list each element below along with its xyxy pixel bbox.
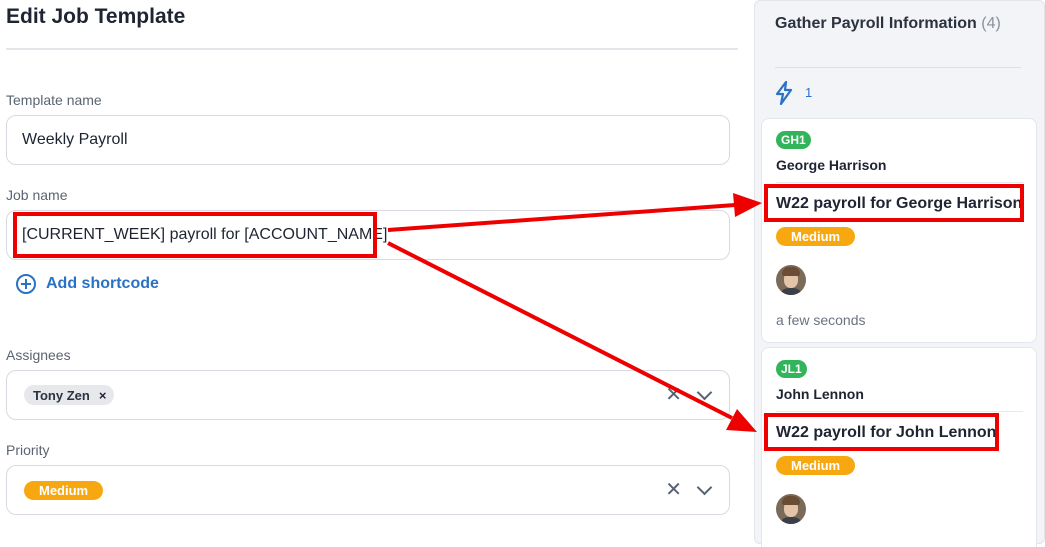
priority-badge: Medium <box>24 481 104 500</box>
board-column: Gather Payroll Information (4) 1 GH1 Geo… <box>754 0 1045 547</box>
avatar <box>776 494 806 524</box>
column-title-text: Gather Payroll Information <box>775 15 977 32</box>
add-shortcode-button[interactable]: Add shortcode <box>16 274 159 294</box>
priority-badge: Medium <box>776 456 856 475</box>
column-title: Gather Payroll Information (4) <box>775 15 1001 33</box>
template-name-label: Template name <box>6 92 102 108</box>
priority-select[interactable]: Medium ✕ <box>6 465 730 515</box>
automation-count: 1 <box>805 85 813 100</box>
card-divider <box>776 182 1023 183</box>
clear-icon[interactable]: ✕ <box>665 478 682 502</box>
column-divider <box>775 67 1021 68</box>
clear-icon[interactable]: ✕ <box>665 383 682 407</box>
account-badge: GH1 <box>776 131 811 149</box>
assignees-label: Assignees <box>6 347 71 363</box>
job-name-label: Job name <box>6 187 68 203</box>
job-card[interactable]: GH1 George Harrison W22 payroll for Geor… <box>761 118 1037 343</box>
chevron-down-icon[interactable] <box>696 479 713 496</box>
add-shortcode-label: Add shortcode <box>46 275 159 292</box>
time-ago: a few seconds <box>776 312 866 328</box>
plus-circle-icon <box>16 274 36 294</box>
assignee-chip-label: Tony Zen <box>33 387 90 403</box>
highlight-card-title-2 <box>764 413 999 451</box>
account-badge: JL1 <box>776 360 807 378</box>
highlight-card-title-1 <box>764 184 1024 222</box>
priority-badge: Medium <box>776 227 856 246</box>
account-name: John Lennon <box>776 386 864 402</box>
title-divider <box>6 48 738 50</box>
remove-chip-icon[interactable]: × <box>99 388 107 403</box>
column-count: (4) <box>981 15 1001 32</box>
assignees-select[interactable]: Tony Zen × ✕ <box>6 370 730 420</box>
card-divider <box>776 411 1023 412</box>
template-name-input[interactable]: Weekly Payroll <box>6 115 730 165</box>
arrowhead-2 <box>726 409 757 432</box>
assignee-chip: Tony Zen × <box>24 385 115 405</box>
priority-label: Priority <box>6 442 50 458</box>
chevron-down-icon[interactable] <box>696 384 713 401</box>
page-title: Edit Job Template <box>6 5 186 28</box>
avatar <box>776 265 806 295</box>
highlight-job-name <box>13 212 377 258</box>
lightning-bolt-icon[interactable] <box>775 81 793 105</box>
account-name: George Harrison <box>776 157 887 173</box>
